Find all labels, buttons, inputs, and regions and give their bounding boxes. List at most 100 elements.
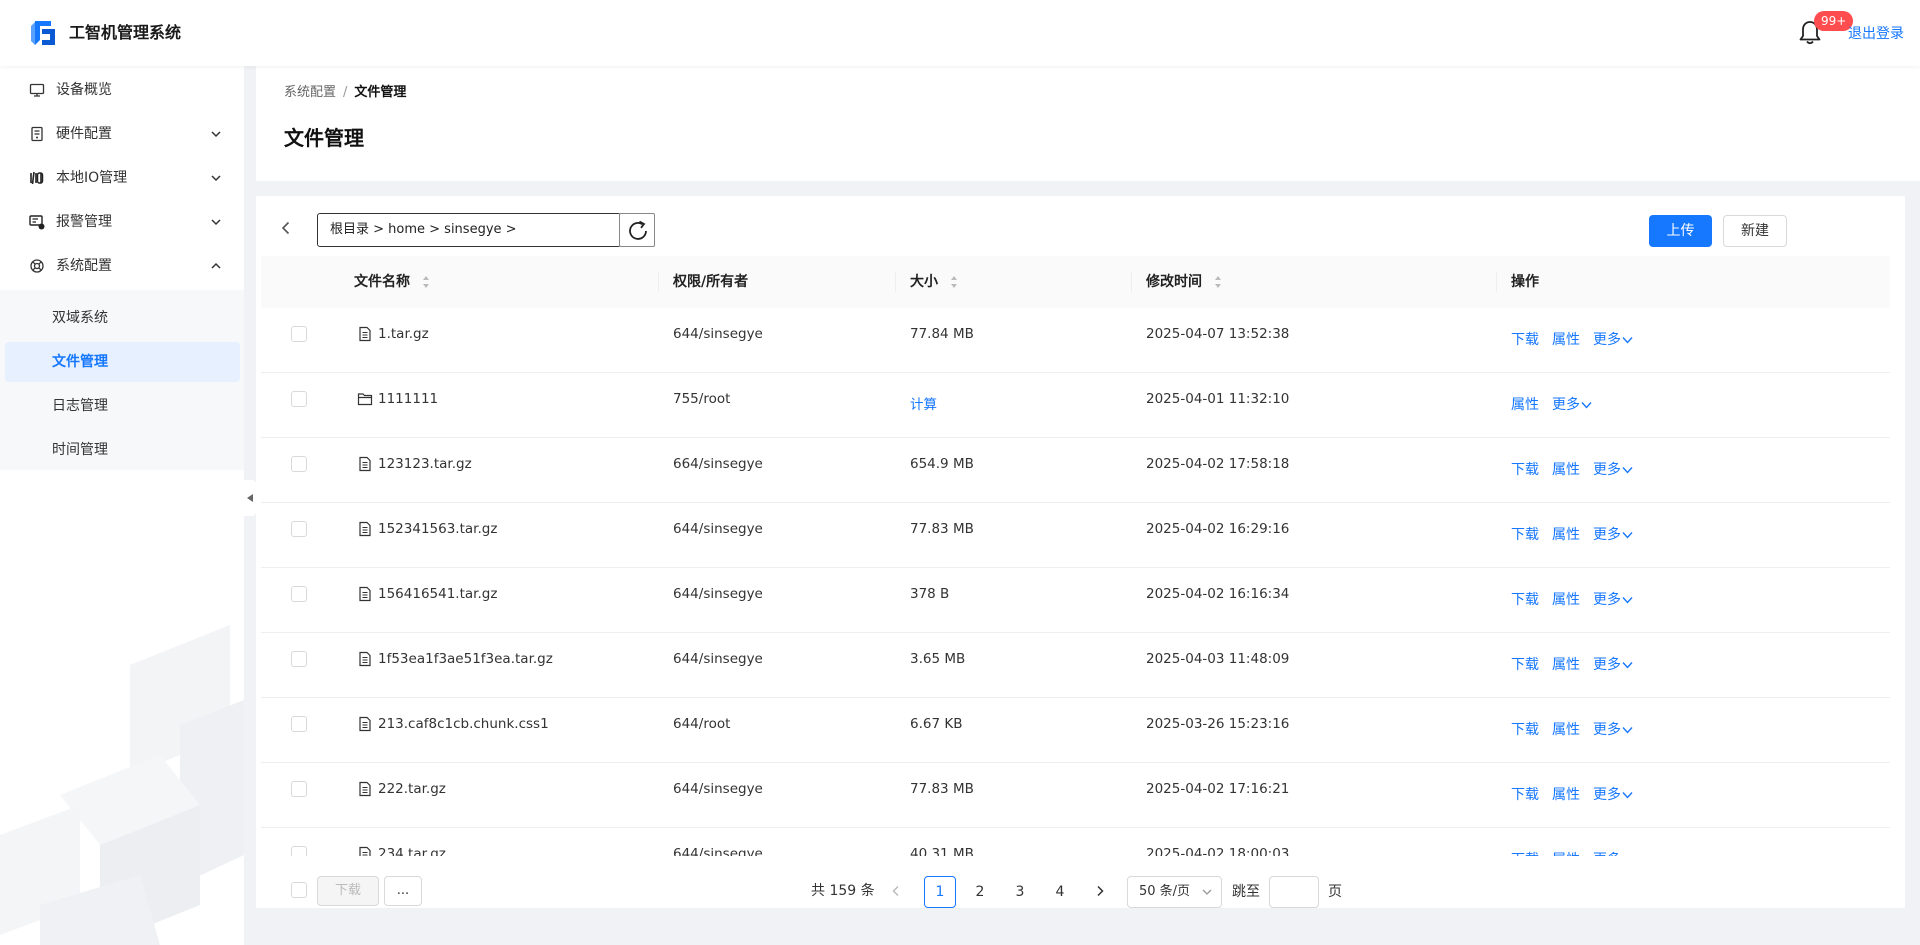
table-row[interactable]: 156416541.tar.gz 644/sinsegye 378 B 2025-04… — [261, 568, 1890, 633]
more-dropdown[interactable]: 更多 — [1552, 395, 1592, 415]
column-divider — [1496, 272, 1497, 292]
sidebar-item-device-overview[interactable]: 设备概览 — [0, 68, 244, 112]
new-button[interactable]: 新建 — [1723, 215, 1787, 247]
refresh-button[interactable] — [619, 213, 655, 247]
download-link[interactable]: 下载 — [1511, 590, 1539, 610]
total-count: 共 159 条 — [811, 883, 875, 899]
column-divider — [658, 272, 659, 292]
table-row[interactable]: 234.tar.gz 644/sinsegye 40.31 MB 2025-04-02… — [261, 828, 1890, 856]
sidebar-collapse-button[interactable] — [244, 480, 256, 516]
row-checkbox[interactable] — [291, 586, 307, 602]
sidebar-item-hardware-config[interactable]: 硬件配置 — [0, 112, 244, 156]
sidebar-item-local-io[interactable]: 本地IO管理 — [0, 156, 244, 200]
column-header-size[interactable]: 大小 — [910, 272, 958, 292]
calculate-size-link[interactable]: 计算 — [910, 395, 937, 415]
file-size: 77.83 MB — [910, 521, 974, 537]
sort-icon — [951, 276, 957, 288]
table-row[interactable]: 1f53ea1f3ae51f3ea.tar.gz 644/sinsegye 3.65… — [261, 633, 1890, 698]
prev-page-icon[interactable] — [889, 884, 903, 898]
file-icon — [359, 326, 371, 342]
more-dropdown[interactable]: 更多 — [1593, 785, 1633, 805]
chevron-down-icon — [1622, 467, 1633, 474]
row-checkbox[interactable] — [291, 651, 307, 667]
column-header-name[interactable]: 文件名称 — [354, 272, 430, 292]
properties-link[interactable]: 属性 — [1552, 330, 1580, 350]
file-permission: 644/root — [673, 716, 731, 732]
select-all-checkbox[interactable] — [291, 882, 307, 898]
page-2[interactable]: 2 — [964, 876, 996, 908]
more-dropdown[interactable]: 更多 — [1593, 590, 1633, 610]
download-link[interactable]: 下载 — [1511, 655, 1539, 675]
breadcrumb-parent[interactable]: 系统配置 — [284, 85, 336, 100]
page-4[interactable]: 4 — [1044, 876, 1076, 908]
more-dropdown[interactable]: 更多 — [1593, 330, 1633, 350]
breadcrumb: 系统配置 / 文件管理 — [284, 83, 406, 103]
sidebar-item-alarm[interactable]: 报警管理 — [0, 200, 244, 244]
row-checkbox[interactable] — [291, 846, 307, 856]
chevron-down-icon — [211, 175, 221, 182]
row-checkbox[interactable] — [291, 781, 307, 797]
row-checkbox[interactable] — [291, 326, 307, 342]
submenu-item-log-management[interactable]: 日志管理 — [5, 386, 240, 426]
download-link[interactable]: 下载 — [1511, 720, 1539, 740]
file-name[interactable]: 152341563.tar.gz — [378, 519, 497, 539]
page-3[interactable]: 3 — [1004, 876, 1036, 908]
file-name[interactable]: 156416541.tar.gz — [378, 584, 497, 604]
table-row[interactable]: 1111111 755/root 计算 2025-04-01 11:32:10 属性 更多 — [261, 373, 1890, 438]
download-link[interactable]: 下载 — [1511, 525, 1539, 545]
batch-download-button[interactable]: 下载 — [317, 876, 379, 906]
page-1[interactable]: 1 — [924, 876, 956, 908]
column-header-modified[interactable]: 修改时间 — [1146, 272, 1222, 292]
page-size-select[interactable]: 50 条/页 — [1127, 876, 1222, 908]
properties-link[interactable]: 属性 — [1552, 525, 1580, 545]
submenu-item-dual-domain[interactable]: 双域系统 — [5, 298, 240, 338]
sort-icon — [423, 276, 429, 288]
file-name[interactable]: 1f53ea1f3ae51f3ea.tar.gz — [378, 649, 553, 669]
file-name[interactable]: 1.tar.gz — [378, 324, 429, 344]
table-row[interactable]: 1.tar.gz 644/sinsegye 77.84 MB 2025-04-07 1… — [261, 308, 1890, 373]
more-dropdown[interactable]: 更多 — [1593, 460, 1633, 480]
file-modified-time: 2025-04-01 11:32:10 — [1146, 391, 1290, 407]
file-name[interactable]: 234.tar.gz — [378, 844, 446, 856]
chevron-down-icon — [1622, 532, 1633, 539]
row-checkbox[interactable] — [291, 391, 307, 407]
file-name[interactable]: 123123.tar.gz — [378, 454, 472, 474]
download-link[interactable]: 下载 — [1511, 785, 1539, 805]
file-icon — [359, 651, 371, 667]
download-link[interactable]: 下载 — [1511, 330, 1539, 350]
back-arrow-icon[interactable] — [278, 220, 294, 236]
batch-more-button[interactable]: ... — [384, 876, 422, 906]
properties-link[interactable]: 属性 — [1552, 655, 1580, 675]
row-checkbox[interactable] — [291, 456, 307, 472]
more-dropdown[interactable]: 更多 — [1593, 720, 1633, 740]
table-row[interactable]: 213.caf8c1cb.chunk.css1 644/root 6.67 KB 20… — [261, 698, 1890, 763]
table-row[interactable]: 152341563.tar.gz 644/sinsegye 77.83 MB 2025… — [261, 503, 1890, 568]
logout-link[interactable]: 退出登录 — [1848, 24, 1904, 44]
file-icon — [359, 846, 371, 856]
properties-link[interactable]: 属性 — [1552, 720, 1580, 740]
row-checkbox[interactable] — [291, 716, 307, 732]
submenu-item-time-management[interactable]: 时间管理 — [5, 430, 240, 470]
properties-link[interactable]: 属性 — [1552, 785, 1580, 805]
table-row[interactable]: 222.tar.gz 644/sinsegye 77.83 MB 2025-04-02… — [261, 763, 1890, 828]
sidebar-item-label: 本地IO管理 — [56, 170, 128, 186]
properties-link[interactable]: 属性 — [1552, 460, 1580, 480]
jump-page-input[interactable] — [1269, 876, 1319, 908]
submenu-item-file-management[interactable]: 文件管理 — [5, 342, 240, 382]
properties-link[interactable]: 属性 — [1511, 395, 1539, 415]
file-name[interactable]: 1111111 — [378, 389, 438, 409]
file-permission: 644/sinsegye — [673, 651, 763, 667]
file-name[interactable]: 222.tar.gz — [378, 779, 446, 799]
table-row[interactable]: 123123.tar.gz 664/sinsegye 654.9 MB 2025-04… — [261, 438, 1890, 503]
next-page-icon[interactable] — [1093, 884, 1107, 898]
sidebar-item-system-config[interactable]: 系统配置 — [0, 244, 244, 288]
download-link[interactable]: 下载 — [1511, 460, 1539, 480]
more-dropdown[interactable]: 更多 — [1593, 655, 1633, 675]
more-dropdown[interactable]: 更多 — [1593, 525, 1633, 545]
file-name[interactable]: 213.caf8c1cb.chunk.css1 — [378, 714, 549, 734]
row-checkbox[interactable] — [291, 521, 307, 537]
properties-link[interactable]: 属性 — [1552, 590, 1580, 610]
upload-button[interactable]: 上传 — [1649, 215, 1712, 247]
path-input[interactable]: 根目录 > home > sinsegye > — [317, 213, 621, 247]
chevron-down-icon — [1581, 402, 1592, 409]
